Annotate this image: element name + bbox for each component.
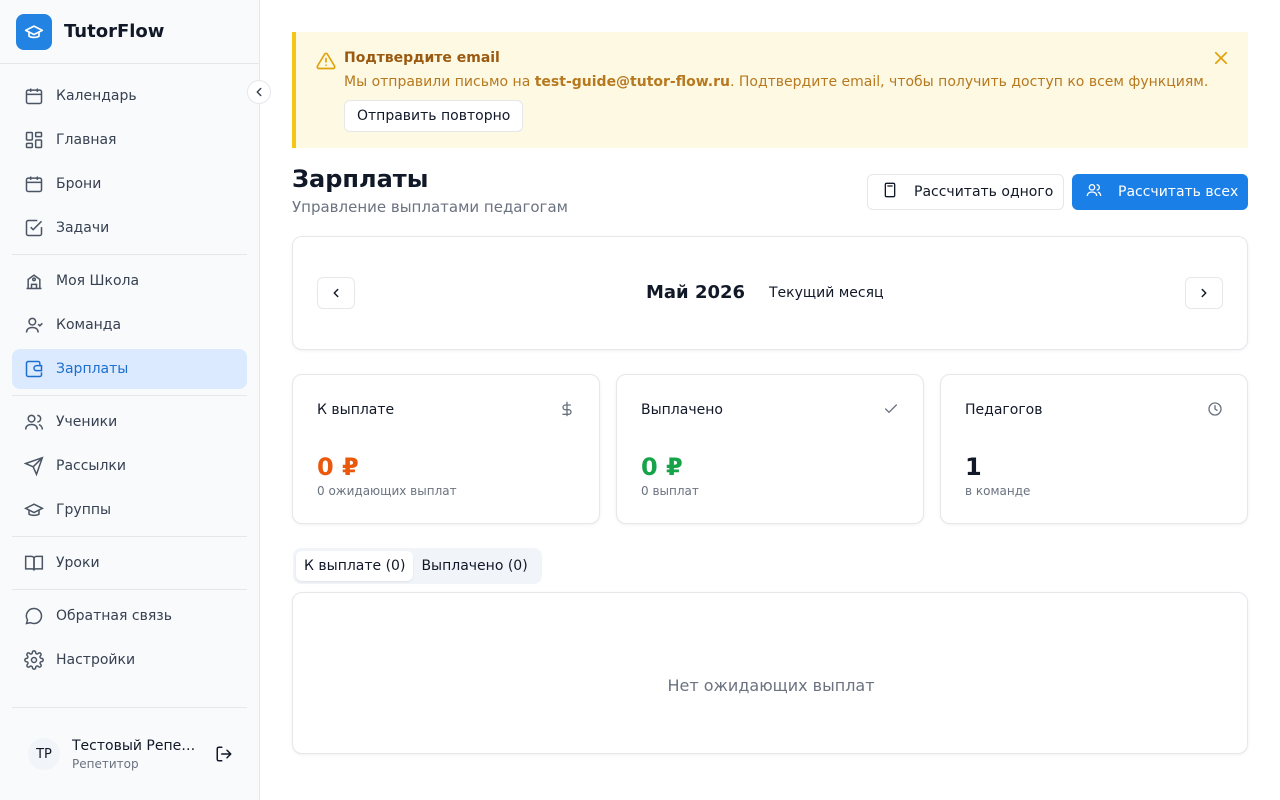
sidebar-item-lessons[interactable]: Уроки: [12, 543, 247, 583]
banner-title: Подтвердите email: [344, 50, 500, 66]
stat-value: 1: [965, 453, 982, 481]
gear-icon: [24, 650, 44, 670]
wallet-icon: [24, 359, 44, 379]
sidebar-item-salaries[interactable]: Зарплаты: [12, 349, 247, 389]
payouts-list: Нет ожидающих выплат: [292, 592, 1248, 754]
sidebar-item-label: Задачи: [56, 220, 110, 236]
dollar-icon: [559, 401, 575, 421]
page-title: Зарплаты: [292, 165, 429, 193]
check-icon: [883, 401, 899, 421]
sidebar-item-label: Главная: [56, 132, 117, 148]
divider: [12, 536, 247, 537]
sidebar-item-label: Настройки: [56, 652, 136, 668]
graduation-cap-icon: [16, 13, 52, 50]
book-icon: [24, 553, 44, 573]
sidebar-item-label: Рассылки: [56, 458, 126, 474]
page-subtitle: Управление выплатами педагогам: [292, 198, 568, 216]
stat-label: К выплате: [317, 402, 395, 418]
stat-card-paid: Выплачено 0 ₽ 0 выплат: [616, 374, 924, 524]
period-selector: Май 2026 Текущий месяц: [292, 236, 1248, 350]
tab-to-pay[interactable]: К выплате (0): [296, 551, 414, 581]
previous-month-button[interactable]: [317, 277, 355, 309]
sidebar-item-mailings[interactable]: Рассылки: [12, 446, 247, 486]
users-icon: [1086, 182, 1102, 202]
sidebar-item-label: Календарь: [56, 88, 137, 104]
send-icon: [24, 456, 44, 476]
banner-email: test-guide@tutor-flow.ru: [534, 74, 730, 90]
stat-card-teachers: Педагогов 1 в команде: [940, 374, 1248, 524]
stat-label: Педагогов: [965, 402, 1043, 418]
chevron-left-icon: [333, 288, 339, 298]
sidebar-item-label: Брони: [56, 176, 102, 192]
sidebar-item-label: Группы: [56, 502, 112, 518]
stat-note: 0 выплат: [641, 484, 699, 498]
stat-card-to-pay: К выплате 0 ₽ 0 ожидающих выплат: [292, 374, 600, 524]
sidebar: TutorFlow Календарь Главная Брони Задачи: [0, 0, 271, 800]
banner-message: Мы отправили письмо на test-guide@tutor-…: [344, 74, 1208, 90]
stat-value: 0 ₽: [641, 453, 683, 481]
collapse-sidebar-button[interactable]: [247, 80, 271, 104]
user-icon: [24, 315, 44, 335]
calculate-one-label: Рассчитать одного: [914, 184, 1054, 200]
calculate-all-button[interactable]: Рассчитать всех: [1072, 174, 1248, 210]
calculate-one-button[interactable]: Рассчитать одного: [867, 174, 1064, 210]
empty-state-message: Нет ожидающих выплат: [667, 676, 875, 695]
payout-tabs: К выплате (0) Выплачено (0): [293, 548, 542, 584]
calendar-icon: [24, 86, 44, 106]
current-period: Май 2026: [646, 282, 746, 303]
sidebar-item-home[interactable]: Главная: [12, 120, 247, 160]
chevron-right-icon: [1201, 288, 1207, 298]
calculate-all-label: Рассчитать всех: [1118, 184, 1239, 200]
divider: [12, 589, 247, 590]
dashboard-icon: [24, 130, 44, 150]
stat-note: 0 ожидающих выплат: [317, 484, 457, 498]
sidebar-item-label: Зарплаты: [56, 361, 129, 377]
sidebar-item-label: Уроки: [56, 555, 100, 571]
sidebar-item-settings[interactable]: Настройки: [12, 640, 247, 680]
brand[interactable]: TutorFlow: [0, 0, 259, 64]
sidebar-item-students[interactable]: Ученики: [12, 402, 247, 442]
stat-value: 0 ₽: [317, 453, 359, 481]
tab-paid[interactable]: Выплачено (0): [413, 551, 535, 581]
sidebar-item-team[interactable]: Команда: [12, 305, 247, 345]
sidebar-item-tasks[interactable]: Задачи: [12, 208, 247, 248]
resend-email-button[interactable]: Отправить повторно: [344, 100, 524, 132]
message-icon: [24, 606, 44, 626]
chevron-left-icon: [256, 87, 262, 97]
divider: [12, 395, 247, 396]
sidebar-item-label: Ученики: [56, 414, 118, 430]
email-verification-banner: Подтвердите email Мы отправили письмо на…: [292, 32, 1248, 148]
next-month-button[interactable]: [1185, 277, 1223, 309]
close-icon[interactable]: [1212, 49, 1230, 71]
sidebar-item-label: Обратная связь: [56, 608, 172, 624]
checkbox-icon: [24, 218, 44, 238]
sidebar-item-groups[interactable]: Группы: [12, 490, 247, 530]
avatar: ТР: [28, 738, 60, 770]
school-icon: [24, 271, 44, 291]
sidebar-item-calendar[interactable]: Календарь: [12, 76, 247, 116]
user-name: Тестовый Репетитор: [72, 737, 200, 754]
graduation-cap-icon: [24, 500, 44, 520]
sidebar-item-label: Команда: [56, 317, 122, 333]
user-role: Репетитор: [72, 756, 139, 771]
sidebar-item-bookings[interactable]: Брони: [12, 164, 247, 204]
banner-text-before: Мы отправили письмо на: [344, 74, 535, 90]
user-profile[interactable]: ТР Тестовый Репетитор Репетитор: [12, 707, 247, 800]
app-name: TutorFlow: [64, 21, 165, 42]
logout-icon: [216, 746, 232, 762]
divider: [12, 254, 247, 255]
warning-icon: [316, 51, 336, 75]
users-icon: [24, 412, 44, 432]
clock-icon: [1207, 401, 1223, 421]
stat-note: в команде: [965, 484, 1031, 498]
logout-button[interactable]: [214, 744, 234, 764]
stat-label: Выплачено: [641, 402, 723, 418]
calendar-icon: [24, 174, 44, 194]
banner-text-after: . Подтвердите email, чтобы получить дост…: [729, 74, 1209, 90]
sidebar-item-label: Моя Школа: [56, 273, 140, 289]
current-month-label: Текущий месяц: [769, 285, 884, 301]
calculator-icon: [882, 182, 898, 202]
sidebar-item-my-school[interactable]: Моя Школа: [12, 261, 247, 301]
sidebar-item-feedback[interactable]: Обратная связь: [12, 596, 247, 636]
